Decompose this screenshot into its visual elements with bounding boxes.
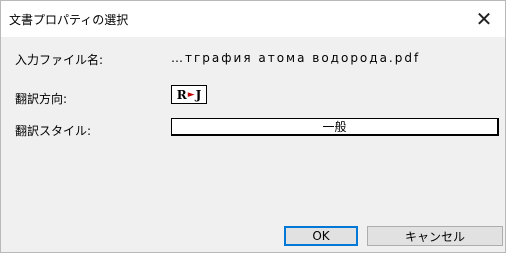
ok-button[interactable]: OK — [284, 226, 358, 246]
close-icon[interactable]: ✕ — [463, 1, 505, 37]
direction-arrow-icon: ► — [187, 89, 195, 100]
input-file-name-value: …тграфия атома водорода.pdf — [171, 51, 421, 65]
direction-source: R — [176, 87, 187, 102]
cancel-button[interactable]: キャンセル — [367, 226, 503, 246]
document-properties-dialog: 文書プロパティの選択 ✕ 入力ファイル名: …тграфия атома вод… — [0, 0, 506, 253]
translation-style-label: 翻訳スタイル: — [15, 124, 92, 138]
input-file-label: 入力ファイル名: — [15, 53, 104, 67]
translation-style-select[interactable]: 一般 — [171, 118, 499, 136]
translation-direction-label: 翻訳方向: — [15, 92, 68, 106]
translation-style-value: 一般 — [322, 120, 347, 134]
translation-direction-badge: R ► J — [171, 85, 207, 104]
dialog-title: 文書プロパティの選択 — [9, 13, 129, 27]
direction-target: J — [195, 87, 202, 102]
title-bar: 文書プロパティの選択 ✕ — [1, 1, 505, 37]
